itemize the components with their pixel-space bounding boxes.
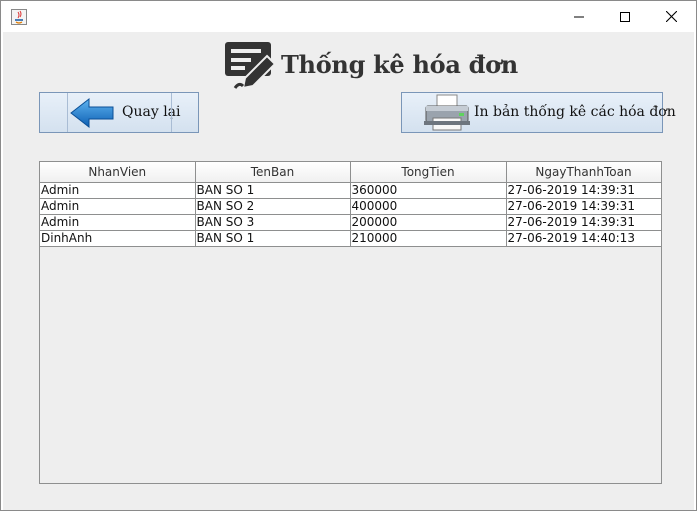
column-header-tenban[interactable]: TenBan [195, 162, 351, 183]
table-row[interactable]: Admin BAN SO 3 200000 27-06-2019 14:39:3… [40, 214, 662, 231]
table-row[interactable]: Admin BAN SO 1 360000 27-06-2019 14:39:3… [40, 182, 662, 199]
table-cell[interactable]: 360000 [350, 182, 507, 199]
header: Thống kê hóa đơn [223, 38, 518, 90]
table-cell[interactable]: BAN SO 3 [195, 214, 351, 231]
print-report-button[interactable]: In bản thống kê các hóa đơn [401, 92, 676, 133]
table-cell[interactable]: Admin [40, 214, 196, 231]
close-button[interactable] [648, 1, 694, 32]
table-cell[interactable]: 400000 [350, 198, 507, 215]
app-window: Thống kê hóa đơn Quay lại In bản thống k… [0, 0, 697, 511]
table-cell[interactable]: 200000 [350, 214, 507, 231]
table-cell[interactable]: BAN SO 1 [195, 182, 351, 199]
table-cell[interactable]: 27-06-2019 14:39:31 [506, 182, 662, 199]
table-cell[interactable]: 27-06-2019 14:39:31 [506, 198, 662, 215]
back-button[interactable]: Quay lại [39, 92, 199, 133]
table-cell[interactable]: 210000 [350, 230, 507, 247]
left-arrow-icon [70, 97, 114, 129]
title-bar[interactable] [1, 1, 696, 32]
maximize-button[interactable] [602, 1, 648, 32]
column-header-ngaythanhtoan[interactable]: NgayThanhToan [506, 162, 662, 183]
invoice-table[interactable]: NhanVien TenBan TongTien NgayThanhToan A… [40, 162, 662, 247]
table-cell[interactable]: BAN SO 2 [195, 198, 351, 215]
table-cell[interactable]: Admin [40, 182, 196, 199]
close-icon [665, 11, 677, 22]
invoice-table-scrollpane[interactable]: NhanVien TenBan TongTien NgayThanhToan A… [39, 161, 662, 484]
table-cell[interactable]: DinhAnh [40, 230, 196, 247]
page-title: Thống kê hóa đơn [281, 49, 518, 79]
table-cell[interactable]: BAN SO 1 [195, 230, 351, 247]
maximize-icon [620, 11, 630, 22]
minimize-button[interactable] [556, 1, 602, 32]
table-cell[interactable]: 27-06-2019 14:39:31 [506, 214, 662, 231]
table-row[interactable]: DinhAnh BAN SO 1 210000 27-06-2019 14:40… [40, 230, 662, 247]
table-row[interactable]: Admin BAN SO 2 400000 27-06-2019 14:39:3… [40, 198, 662, 215]
button-separator [171, 93, 172, 132]
button-separator [67, 93, 68, 132]
table-header-row: NhanVien TenBan TongTien NgayThanhToan [40, 162, 662, 183]
printer-icon [424, 94, 470, 131]
content-panel: Thống kê hóa đơn Quay lại In bản thống k… [3, 32, 694, 510]
minimize-icon [574, 16, 584, 17]
print-button-label: In bản thống kê các hóa đơn [474, 104, 676, 120]
table-cell[interactable]: Admin [40, 198, 196, 215]
column-header-tongtien[interactable]: TongTien [350, 162, 507, 183]
column-header-nhanvien[interactable]: NhanVien [40, 162, 196, 183]
java-icon [11, 9, 27, 25]
document-pen-icon [225, 42, 277, 90]
table-cell[interactable]: 27-06-2019 14:40:13 [506, 230, 662, 247]
